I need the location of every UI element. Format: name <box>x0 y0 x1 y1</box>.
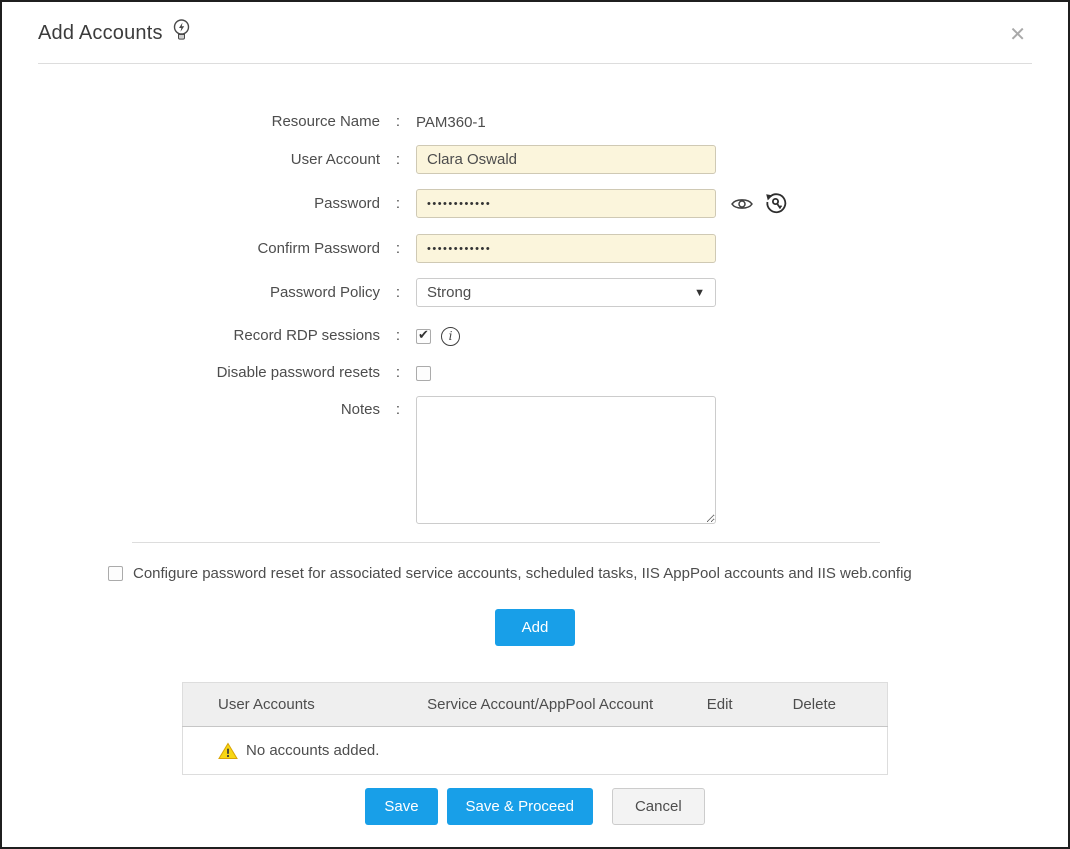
confirm-password-label: Confirm Password <box>2 235 380 263</box>
notes-label: Notes <box>2 396 380 424</box>
warning-icon <box>218 742 238 760</box>
resource-name-value: PAM360-1 <box>416 114 486 131</box>
add-accounts-dialog: Add Accounts ✕ Resource Name : PAM360-1 … <box>0 0 1070 849</box>
notes-textarea[interactable] <box>416 396 716 524</box>
generate-password-icon[interactable] <box>764 192 788 216</box>
configure-reset-label: Configure password reset for associated … <box>133 565 912 582</box>
accounts-table: User Accounts Service Account/AppPool Ac… <box>182 682 888 775</box>
confirm-password-input[interactable] <box>416 234 716 263</box>
section-divider <box>132 542 880 543</box>
password-input[interactable] <box>416 189 716 218</box>
password-policy-selected-value: Strong <box>427 284 471 301</box>
user-account-row: User Account : <box>2 145 1068 174</box>
chevron-down-icon: ▼ <box>694 287 705 299</box>
disable-resets-label: Disable password resets <box>2 359 380 387</box>
info-icon[interactable] <box>441 327 460 346</box>
password-row: Password : <box>2 189 1068 218</box>
footer-actions: Save Save & Proceed Cancel <box>2 788 1068 825</box>
record-rdp-checkbox[interactable] <box>416 329 431 344</box>
dialog-header: Add Accounts ✕ <box>2 2 1068 64</box>
password-policy-label: Password Policy <box>2 279 380 307</box>
column-header-delete: Delete <box>793 683 888 727</box>
dialog-title: Add Accounts <box>38 22 163 45</box>
column-header-service-account: Service Account/AppPool Account <box>427 683 707 727</box>
resource-name-row: Resource Name : PAM360-1 <box>2 108 1068 136</box>
record-rdp-label: Record RDP sessions <box>2 322 380 350</box>
account-form: Resource Name : PAM360-1 User Account : … <box>2 64 1068 524</box>
save-button[interactable]: Save <box>365 788 437 825</box>
disable-resets-row: Disable password resets : <box>2 359 1068 387</box>
configure-reset-checkbox[interactable] <box>108 566 123 581</box>
password-label: Password <box>2 190 380 218</box>
empty-table-row: No accounts added. <box>183 727 888 775</box>
column-header-edit: Edit <box>707 683 793 727</box>
show-password-eye-icon[interactable] <box>730 195 754 213</box>
configure-reset-row: Configure password reset for associated … <box>108 565 1068 582</box>
help-lightbulb-icon[interactable] <box>171 18 192 44</box>
save-and-proceed-button[interactable]: Save & Proceed <box>447 788 593 825</box>
accounts-table-header-row: User Accounts Service Account/AppPool Ac… <box>183 683 888 727</box>
notes-row: Notes : <box>2 396 1068 524</box>
column-header-user-accounts: User Accounts <box>183 683 428 727</box>
password-policy-row: Password Policy : Strong ▼ <box>2 278 1068 307</box>
empty-table-message: No accounts added. <box>246 742 379 759</box>
resource-name-label: Resource Name <box>2 108 380 136</box>
cancel-button[interactable]: Cancel <box>612 788 705 825</box>
password-policy-select[interactable]: Strong ▼ <box>416 278 716 307</box>
close-icon[interactable]: ✕ <box>1009 24 1026 44</box>
user-account-input[interactable] <box>416 145 716 174</box>
record-rdp-row: Record RDP sessions : <box>2 322 1068 350</box>
confirm-password-row: Confirm Password : <box>2 234 1068 263</box>
disable-resets-checkbox[interactable] <box>416 366 431 381</box>
add-button[interactable]: Add <box>495 609 576 646</box>
header-divider <box>38 63 1032 64</box>
user-account-label: User Account <box>2 146 380 174</box>
